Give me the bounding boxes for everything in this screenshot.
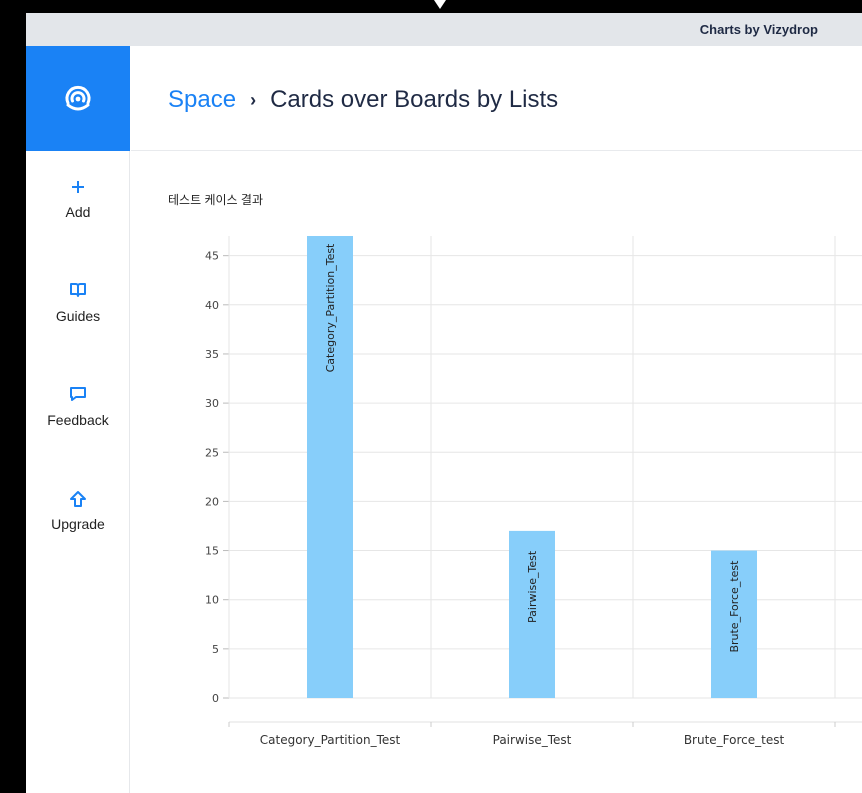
chat-bubble-icon (26, 386, 130, 406)
sidebar-item-label: Add (65, 204, 91, 220)
vizydrop-logo-icon (65, 85, 91, 110)
plus-icon (26, 178, 130, 198)
title-bar: Charts by Vizydrop (26, 13, 862, 46)
sidebar-item-label: Feedback (47, 412, 109, 428)
bar-label: Brute_Force_test (728, 560, 741, 653)
logo[interactable] (26, 46, 130, 151)
x-tick-label: Pairwise_Test (493, 733, 572, 747)
sidebar-item-upgrade[interactable]: Upgrade (26, 490, 130, 532)
sidebar-item-label: Upgrade (51, 516, 105, 532)
x-tick-label: Category_Partition_Test (260, 733, 401, 747)
sidebar-item-guides[interactable]: Guides (26, 282, 130, 324)
y-tick-label: 5 (212, 643, 219, 656)
y-tick-label: 10 (205, 594, 219, 607)
y-tick-label: 15 (205, 545, 219, 558)
y-tick-label: 40 (205, 299, 219, 312)
y-tick-label: 0 (212, 692, 219, 705)
app-title: Charts by Vizydrop (699, 22, 818, 37)
y-tick-label: 30 (205, 397, 219, 410)
sidebar: Add Guides Feedback Upgrade (26, 46, 130, 793)
bar-label: Category_Partition_Test (324, 243, 337, 372)
y-tick-label: 45 (205, 250, 219, 263)
app-window: Charts by Vizydrop Add Guides Feedback U… (26, 13, 862, 793)
bar-chart: 0 5 10 15 20 25 30 35 40 45 Category_Partition_Tes… (205, 236, 862, 747)
bar-label: Pairwise_Test (526, 550, 539, 623)
window-drag-caret (434, 0, 446, 9)
main-content: Space › Cards over Boards by Lists 테스트 케… (131, 46, 862, 793)
sidebar-item-add[interactable]: Add (26, 178, 130, 220)
arrow-up-icon (26, 490, 130, 510)
y-tick-label: 35 (205, 348, 219, 361)
y-tick-label: 25 (205, 446, 219, 459)
book-icon (26, 282, 130, 302)
sidebar-item-feedback[interactable]: Feedback (26, 386, 130, 428)
y-tick-label: 20 (205, 495, 219, 508)
x-tick-label: Brute_Force_test (684, 733, 785, 747)
sidebar-item-label: Guides (55, 308, 101, 324)
